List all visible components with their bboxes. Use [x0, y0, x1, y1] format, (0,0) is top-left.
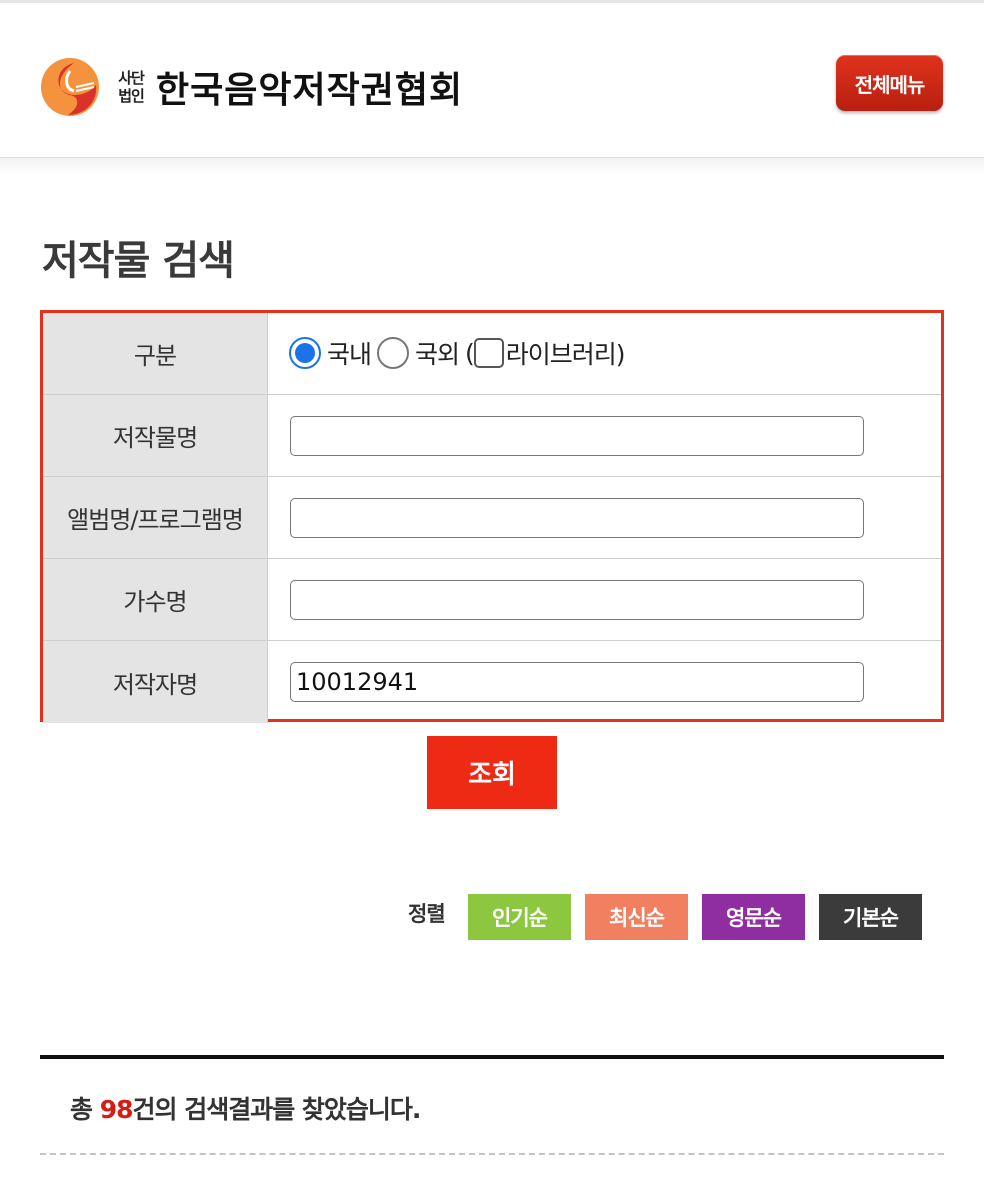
sort-latest-button[interactable]: 최신순 [585, 894, 688, 940]
singer-input[interactable] [290, 580, 864, 620]
search-form: 구분 국내 국외 ( 라이브러리) 저작물명 앨범명/프로그램명 가수명 저작자… [40, 310, 944, 723]
domestic-radio-label[interactable]: 국내 [327, 335, 372, 371]
foreign-radio-label[interactable]: 국외 [415, 335, 460, 371]
sort-label: 정렬 [408, 902, 446, 926]
result-summary: 총 98건의 검색결과를 찾았습니다. [70, 1090, 422, 1126]
domestic-radio[interactable] [289, 337, 321, 369]
results-divider [40, 1153, 944, 1155]
org-type-label: 사단 법인 [114, 69, 148, 105]
category-label: 구분 [43, 313, 268, 394]
singer-row: 가수명 [43, 559, 941, 641]
sort-english-button[interactable]: 영문순 [702, 894, 805, 940]
full-menu-button[interactable]: 전체메뉴 [836, 55, 943, 111]
album-program-input[interactable] [290, 498, 864, 538]
foreign-radio[interactable] [377, 337, 410, 369]
work-title-input[interactable] [290, 416, 864, 456]
sort-popular-button[interactable]: 인기순 [468, 894, 571, 940]
org-type-line1: 사단 [118, 69, 145, 87]
komca-logo-icon [41, 58, 99, 116]
author-input[interactable] [290, 662, 864, 702]
header-shadow [0, 158, 984, 174]
sort-default-button[interactable]: 기본순 [819, 894, 922, 940]
page-title: 저작물 검색 [42, 238, 235, 284]
author-label: 저작자명 [43, 641, 268, 723]
results-top-rule [40, 1055, 944, 1059]
result-suffix: 건의 검색결과를 찾았습니다. [132, 1095, 422, 1124]
library-checkbox[interactable] [473, 338, 504, 368]
work-title-row: 저작물명 [43, 395, 941, 477]
library-open-paren: ( [465, 338, 475, 368]
album-program-label: 앨범명/프로그램명 [43, 477, 268, 558]
search-submit-button[interactable]: 조회 [427, 736, 557, 809]
result-prefix: 총 [70, 1095, 100, 1124]
org-name: 한국음악저작권협회 [156, 70, 464, 111]
site-header: 사단 법인 한국음악저작권협회 전체메뉴 [0, 3, 984, 158]
library-checkbox-label[interactable]: 라이브러리) [506, 335, 626, 371]
category-row: 구분 국내 국외 ( 라이브러리) [43, 313, 941, 395]
album-program-row: 앨범명/프로그램명 [43, 477, 941, 559]
singer-label: 가수명 [43, 559, 268, 640]
work-title-label: 저작물명 [43, 395, 268, 476]
org-type-line2: 법인 [118, 87, 145, 105]
result-count: 98 [99, 1095, 134, 1124]
category-options: 국내 국외 ( 라이브러리) [269, 313, 941, 394]
site-logo[interactable]: 사단 법인 한국음악저작권협회 [40, 55, 463, 119]
author-row: 저작자명 [43, 641, 941, 723]
